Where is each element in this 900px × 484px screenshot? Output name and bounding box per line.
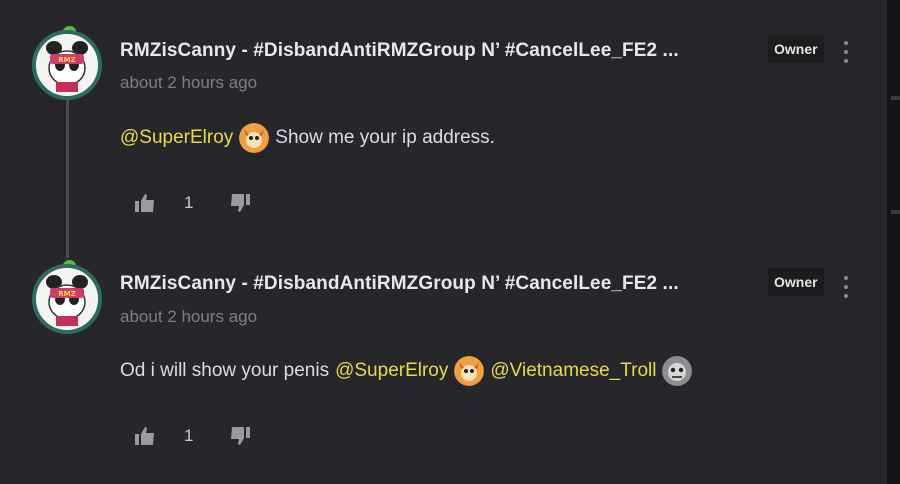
- edge-mark: [891, 96, 900, 100]
- gray-troll-avatar-icon: [662, 356, 693, 386]
- thread-line: [66, 90, 69, 275]
- right-edge: [887, 0, 900, 484]
- comment-body: @SuperElroy Show me your ip address.: [120, 122, 495, 154]
- thumbs-up-icon[interactable]: [134, 426, 156, 446]
- comment-timestamp: about 2 hours ago: [120, 73, 258, 92]
- comment-author[interactable]: RMZisCanny - #DisbandAntiRMZGroup N’ #Ca…: [120, 273, 679, 295]
- avatar[interactable]: RMZ: [32, 30, 102, 100]
- thumbs-up-icon[interactable]: [134, 193, 156, 213]
- mention-link[interactable]: @SuperElroy: [335, 360, 448, 382]
- thumbs-down-icon[interactable]: [229, 193, 251, 213]
- comment-text: Show me your ip address.: [275, 127, 495, 148]
- orange-fox-avatar-icon: [239, 123, 270, 153]
- svg-text:RMZ: RMZ: [58, 290, 75, 298]
- vote-count: 1: [184, 193, 194, 212]
- comment-text: Od i will show your penis: [120, 360, 330, 381]
- vote-count: 1: [184, 426, 194, 445]
- panda-avatar-icon: RMZ: [36, 268, 98, 330]
- svg-text:RMZ: RMZ: [58, 56, 75, 64]
- orange-fox-avatar-icon: [454, 356, 485, 386]
- owner-badge: Owner: [768, 35, 824, 63]
- edge-mark: [891, 210, 900, 214]
- mention-link[interactable]: @SuperElroy: [120, 127, 233, 149]
- vote-actions: 1: [134, 192, 251, 214]
- avatar[interactable]: RMZ: [32, 264, 102, 334]
- panda-avatar-icon: RMZ: [36, 34, 98, 96]
- thumbs-down-icon[interactable]: [229, 426, 251, 446]
- more-options-icon[interactable]: [841, 41, 851, 63]
- comment-body: Od i will show your penis @SuperElroy @V…: [120, 354, 698, 388]
- mention-link[interactable]: @Vietnamese_Troll: [490, 360, 656, 382]
- vote-actions: 1: [134, 425, 251, 447]
- owner-badge: Owner: [768, 268, 824, 296]
- comment-timestamp: about 2 hours ago: [120, 307, 258, 326]
- comment-author[interactable]: RMZisCanny - #DisbandAntiRMZGroup N’ #Ca…: [120, 40, 679, 62]
- more-options-icon[interactable]: [841, 276, 851, 298]
